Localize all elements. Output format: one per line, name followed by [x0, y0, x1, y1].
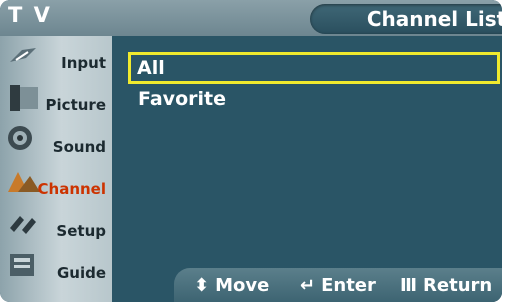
title-pill: Channel List [310, 4, 502, 34]
setup-icon [10, 216, 36, 234]
sidebar: Input Picture Sound Channel Setup Guide [0, 36, 112, 302]
return-hint: Ⅲ Return [400, 275, 492, 297]
sound-icon [8, 126, 32, 150]
screen-title: Channel List [366, 7, 502, 31]
return-icon: Ⅲ [400, 275, 418, 296]
enter-icon: ↵ [300, 275, 316, 296]
tv-osd-window: T V Channel List Input Picture Sound Cha… [0, 0, 502, 302]
channel-list-panel: All Favorite [112, 36, 502, 266]
menu-header: T V [0, 0, 112, 36]
move-hint: ⬍ Move [194, 275, 269, 297]
sidebar-item-label: Channel [37, 180, 106, 198]
option-all[interactable]: All [128, 52, 500, 84]
sidebar-item-channel[interactable]: Channel [0, 164, 112, 202]
up-down-arrow-icon: ⬍ [194, 275, 210, 296]
screen-header: Channel List [112, 0, 502, 36]
sidebar-item-label: Input [61, 54, 106, 72]
option-favorite[interactable]: Favorite [132, 86, 226, 112]
picture-icon [10, 85, 38, 111]
option-label: All [137, 57, 165, 79]
sidebar-item-picture[interactable]: Picture [0, 80, 112, 118]
sidebar-item-setup[interactable]: Setup [0, 206, 112, 244]
return-label: Return [423, 275, 493, 296]
menu-title: T V [8, 3, 52, 27]
move-label: Move [215, 275, 270, 296]
sidebar-item-label: Sound [52, 138, 106, 156]
footer: ⬍ Move ↵ Enter Ⅲ Return [112, 266, 502, 302]
sidebar-item-input[interactable]: Input [0, 38, 112, 76]
sidebar-item-sound[interactable]: Sound [0, 122, 112, 160]
enter-label: Enter [321, 275, 376, 296]
sidebar-item-label: Picture [45, 96, 106, 114]
sidebar-item-label: Setup [56, 222, 106, 240]
footer-hint-bar: ⬍ Move ↵ Enter Ⅲ Return [174, 268, 502, 302]
option-label: Favorite [138, 88, 226, 110]
guide-icon [10, 254, 34, 276]
sidebar-item-guide[interactable]: Guide [0, 248, 112, 286]
input-icon [10, 48, 36, 62]
sidebar-item-label: Guide [56, 264, 106, 282]
enter-hint: ↵ Enter [300, 275, 376, 297]
